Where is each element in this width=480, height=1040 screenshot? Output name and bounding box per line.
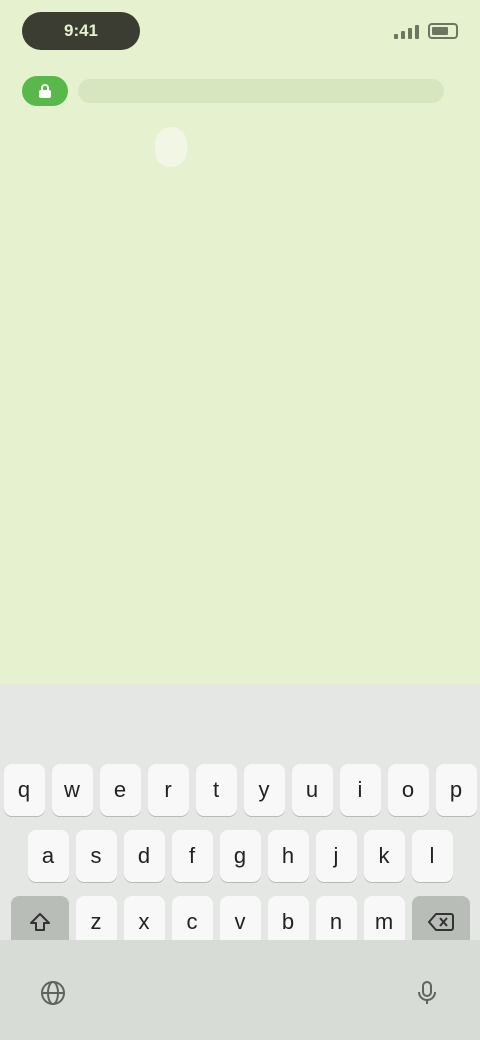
key-t[interactable]: t xyxy=(195,764,237,816)
key-e[interactable]: e xyxy=(99,764,141,816)
key-q[interactable]: q xyxy=(3,764,45,816)
key-s[interactable]: s xyxy=(75,830,117,882)
key-i[interactable]: i xyxy=(339,764,381,816)
tab-3[interactable] xyxy=(293,127,325,167)
key-a[interactable]: a xyxy=(27,830,69,882)
key-row-2: a s d f g h j k l xyxy=(0,830,480,882)
key-f[interactable]: f xyxy=(171,830,213,882)
status-bar: 9:41 xyxy=(0,0,480,62)
mic-icon[interactable] xyxy=(414,980,440,1006)
keyboard-bottom-bar xyxy=(0,940,480,1040)
tab-4[interactable] xyxy=(430,127,462,167)
status-indicators xyxy=(394,20,458,42)
key-d[interactable]: d xyxy=(123,830,165,882)
battery-icon xyxy=(428,23,458,39)
key-p[interactable]: p xyxy=(435,764,477,816)
url-field[interactable] xyxy=(78,79,444,103)
key-y[interactable]: y xyxy=(243,764,285,816)
key-r[interactable]: r xyxy=(147,764,189,816)
tab-1[interactable] xyxy=(18,127,50,167)
key-w[interactable]: w xyxy=(51,764,93,816)
key-u[interactable]: u xyxy=(291,764,333,816)
key-h[interactable]: h xyxy=(267,830,309,882)
key-g[interactable]: g xyxy=(219,830,261,882)
key-o[interactable]: o xyxy=(387,764,429,816)
url-bar[interactable] xyxy=(22,72,458,110)
key-j[interactable]: j xyxy=(315,830,357,882)
suggestion-bar xyxy=(0,696,480,744)
key-row-1: q w e r t y u i o p xyxy=(0,764,480,816)
status-time: 9:41 xyxy=(22,12,140,50)
globe-icon[interactable] xyxy=(40,980,66,1006)
key-k[interactable]: k xyxy=(363,830,405,882)
signal-icon xyxy=(394,23,420,39)
message-block xyxy=(20,262,460,290)
key-l[interactable]: l xyxy=(411,830,453,882)
tab-2[interactable] xyxy=(155,127,188,167)
tab-bar xyxy=(18,124,462,170)
lock-icon[interactable] xyxy=(22,76,68,106)
